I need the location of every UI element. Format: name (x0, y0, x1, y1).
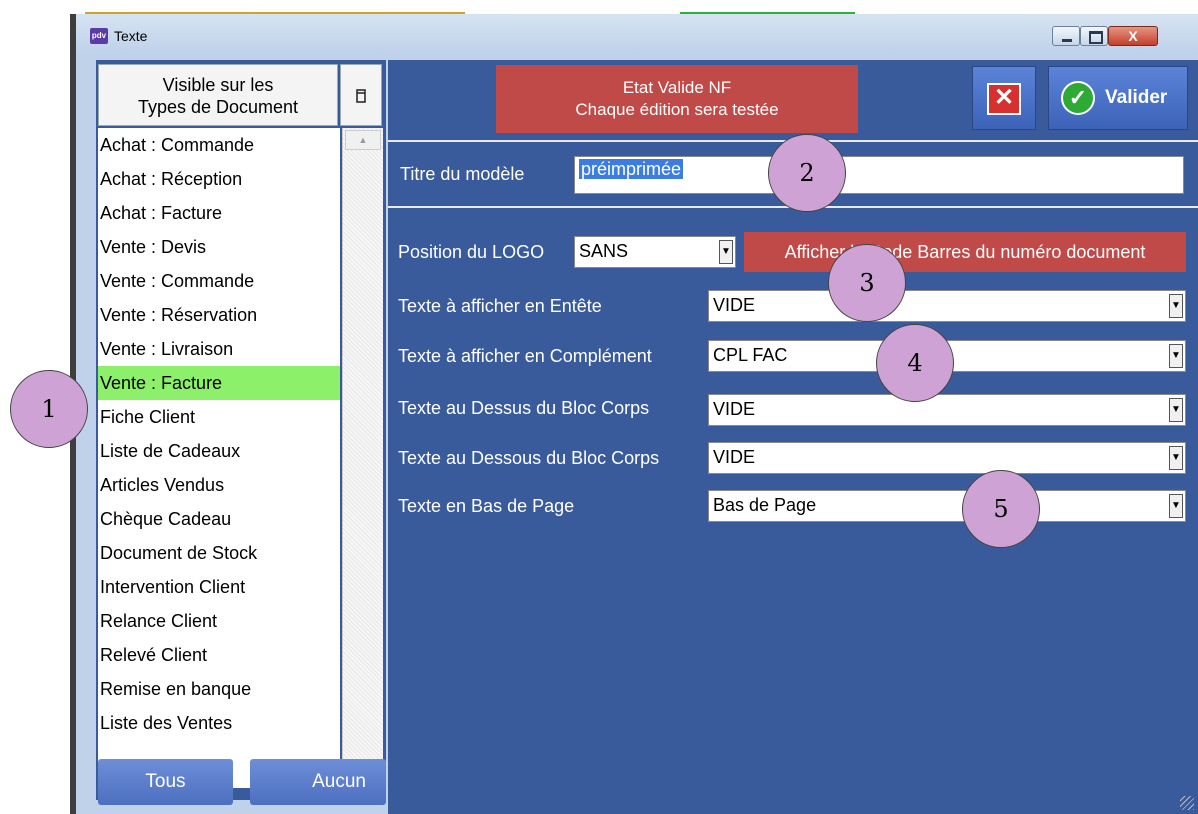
list-item[interactable]: Articles Vendus (98, 468, 340, 502)
list-item[interactable]: Vente : Commande (98, 264, 340, 298)
entete-select[interactable]: VIDE ▼ (708, 290, 1186, 322)
document-types-panel: Visible sur les Types de Document Achat … (96, 60, 386, 800)
list-item[interactable]: Vente : Facture (98, 366, 340, 400)
titre-label: Titre du modèle (400, 164, 525, 184)
list-item[interactable]: Achat : Facture (98, 196, 340, 230)
app-icon: pdv (90, 28, 108, 44)
annotation-marker-3: 3 (828, 244, 906, 322)
list-item[interactable]: Fiche Client (98, 400, 340, 434)
titre-value: préimprimée (579, 159, 684, 179)
maximize-button[interactable] (1080, 26, 1108, 46)
sort-icon (356, 89, 366, 104)
header-line-1: Visible sur les (162, 75, 274, 95)
status-line-1: Etat Valide NF (622, 78, 732, 97)
resize-grip-icon[interactable] (1180, 796, 1194, 810)
annotation-marker-2: 2 (768, 134, 846, 212)
scroll-up-arrow-icon[interactable]: ▲ (345, 130, 381, 150)
dessous-select[interactable]: VIDE ▼ (708, 442, 1186, 474)
status-line-2: Chaque édition sera testée (575, 100, 779, 119)
valider-button[interactable]: ✓ Valider (1048, 66, 1188, 130)
close-icon: X (1128, 28, 1138, 44)
barcode-toggle-button[interactable]: Afficher le Code Barres du numéro docume… (744, 232, 1186, 272)
nf-status-box: Etat Valide NF Chaque édition sera testé… (496, 65, 858, 133)
dessus-label: Texte au Dessus du Bloc Corps (398, 398, 650, 418)
list-item[interactable]: Vente : Livraison (98, 332, 340, 366)
list-item[interactable]: Liste des Ventes (98, 706, 340, 740)
dropdown-arrow-icon[interactable]: ▼ (1169, 446, 1183, 470)
annotation-marker-4: 4 (876, 324, 954, 402)
tous-button[interactable]: Tous (98, 759, 233, 805)
cancel-button[interactable]: ✕ (972, 66, 1036, 130)
dropdown-arrow-icon[interactable]: ▼ (1169, 398, 1183, 422)
window-title: Texte (114, 28, 148, 44)
document-types-header: Visible sur les Types de Document (98, 64, 338, 126)
list-item[interactable]: Remise en banque (98, 672, 340, 706)
list-item[interactable]: Achat : Réception (98, 162, 340, 196)
minimize-button[interactable] (1052, 26, 1080, 46)
aucun-button[interactable]: Aucun (250, 759, 386, 805)
dessus-value: VIDE (713, 399, 756, 419)
complement-value: CPL FAC (713, 345, 788, 365)
check-icon: ✓ (1061, 81, 1095, 115)
header-line-2: Types de Document (137, 97, 299, 117)
list-scrollbar[interactable]: ▲ ▼ (342, 128, 383, 788)
dessus-select[interactable]: VIDE ▼ (708, 394, 1186, 426)
bas-page-label: Texte en Bas de Page (398, 496, 575, 516)
list-item[interactable]: Relevé Client (98, 638, 340, 672)
entete-label: Texte à afficher en Entête (398, 296, 602, 316)
title-bar[interactable]: pdv Texte X (76, 14, 1198, 56)
sort-column-button[interactable] (340, 64, 382, 126)
close-window-button[interactable]: X (1108, 26, 1158, 46)
annotation-marker-1: 1 (10, 370, 88, 448)
bas-page-select[interactable]: Bas de Page ▼ (708, 490, 1186, 522)
complement-label: Texte à afficher en Complément (398, 346, 652, 366)
list-item[interactable]: Liste de Cadeaux (98, 434, 340, 468)
logo-label: Position du LOGO (398, 242, 545, 262)
dropdown-arrow-icon[interactable]: ▼ (1169, 344, 1183, 368)
list-item[interactable]: Vente : Réservation (98, 298, 340, 332)
valider-label: Valider (1105, 87, 1168, 108)
texte-window: pdv Texte X Visible sur les Types de Doc… (76, 14, 1198, 814)
dessous-value: VIDE (713, 447, 756, 467)
dropdown-arrow-icon[interactable]: ▼ (1169, 294, 1183, 318)
list-item[interactable]: Relance Client (98, 604, 340, 638)
dropdown-arrow-icon[interactable]: ▼ (719, 240, 733, 264)
logo-position-select[interactable]: SANS ▼ (574, 236, 736, 268)
document-types-list[interactable]: Achat : Commande Achat : Réception Achat :… (98, 128, 340, 788)
dessous-label: Texte au Dessous du Bloc Corps (398, 448, 660, 468)
list-item[interactable]: Chèque Cadeau (98, 502, 340, 536)
list-item[interactable]: Intervention Client (98, 570, 340, 604)
titre-input[interactable]: préimprimée (574, 156, 1184, 194)
list-item[interactable]: Achat : Commande (98, 128, 340, 162)
cancel-x-icon: ✕ (987, 83, 1021, 115)
dropdown-arrow-icon[interactable]: ▼ (1169, 494, 1183, 518)
logo-position-value: SANS (579, 241, 629, 261)
list-item[interactable]: Vente : Devis (98, 230, 340, 264)
list-item[interactable]: Document de Stock (98, 536, 340, 570)
entete-value: VIDE (713, 295, 756, 315)
bas-page-value: Bas de Page (713, 495, 817, 515)
annotation-marker-5: 5 (962, 470, 1040, 548)
